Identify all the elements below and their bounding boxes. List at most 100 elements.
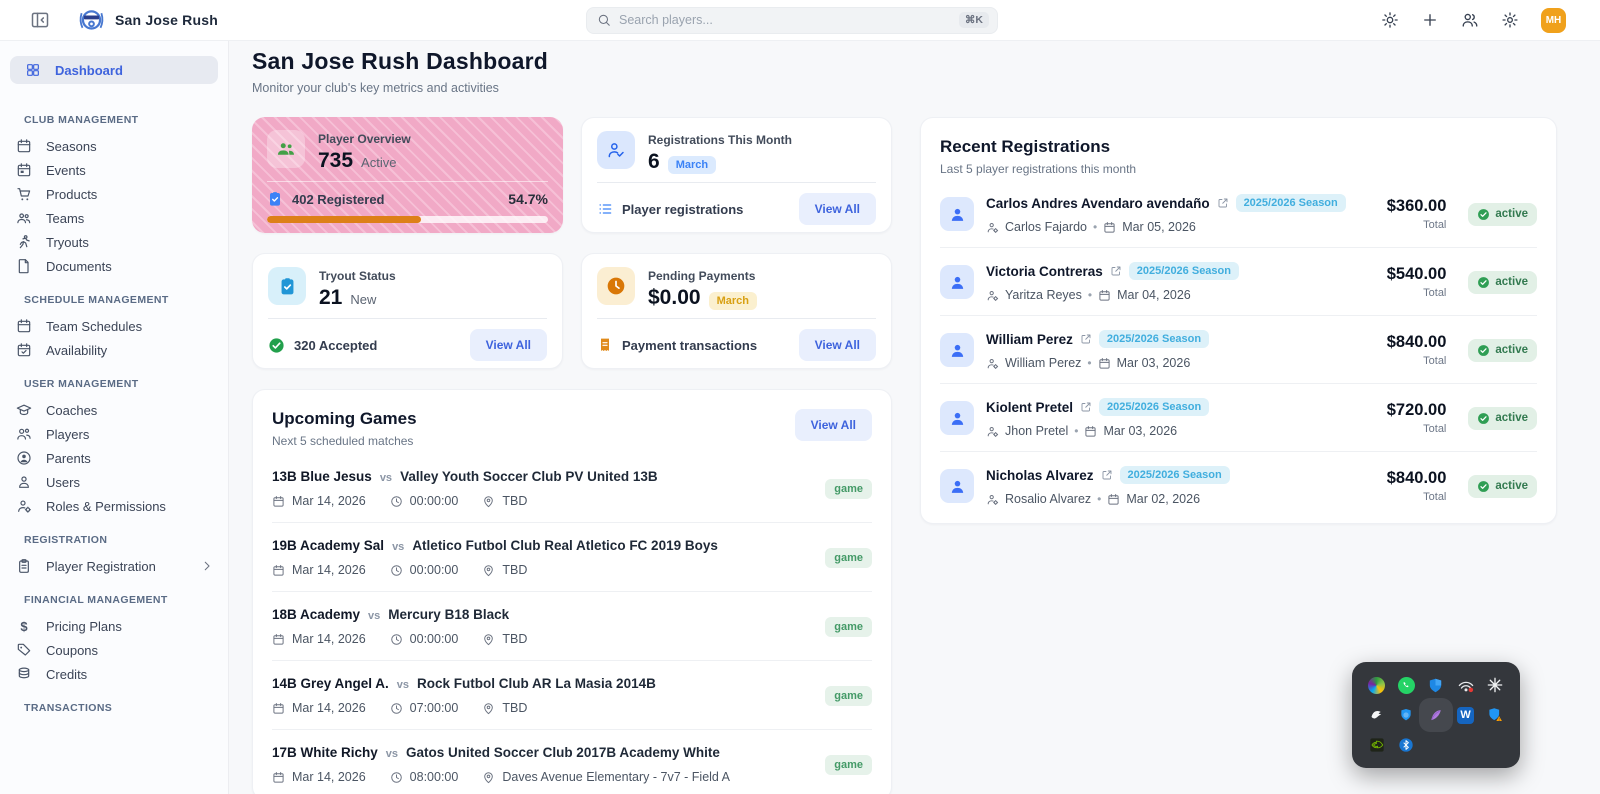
add-plus-icon[interactable] <box>1421 11 1439 29</box>
sidebar-item-label: Products <box>46 186 98 202</box>
game-type-badge: game <box>825 616 872 637</box>
sidebar-item-label: Tryouts <box>46 234 89 250</box>
sidebar-item-roles-permissions[interactable]: Roles & Permissions <box>0 494 228 518</box>
sidebar-item-teams[interactable]: Teams <box>0 206 228 230</box>
user-avatar[interactable]: MH <box>1541 7 1566 33</box>
person-check-icon <box>606 140 626 160</box>
home-team: 13B Blue Jesus <box>272 469 372 484</box>
external-link-icon[interactable] <box>1080 401 1092 413</box>
game-row[interactable]: 14B Grey Angel A. vs Rock Futbol Club AR L… <box>272 660 872 729</box>
sidebar-item-parents[interactable]: Parents <box>0 446 228 470</box>
footer-label: Payment transactions <box>622 337 758 353</box>
view-all-button[interactable]: View All <box>469 329 547 361</box>
registered-progress-bar <box>267 216 548 223</box>
windows-security-shield-icon[interactable] <box>1422 671 1450 699</box>
feather-app-icon[interactable] <box>1421 701 1450 729</box>
sidebar-item-coaches[interactable]: Coaches <box>0 398 228 422</box>
status-label: active <box>1495 480 1528 492</box>
registration-row[interactable]: Kiolent Pretel 2025/2026 Season Jhon Pre… <box>940 383 1537 451</box>
game-row[interactable]: 17B White Richy vs Gatos United Soccer Clu… <box>272 729 872 794</box>
game-date: Mar 14, 2026 <box>292 494 366 508</box>
whatsapp-icon[interactable] <box>1392 671 1420 699</box>
sidebar-item-credits[interactable]: Credits <box>0 662 228 686</box>
external-link-icon[interactable] <box>1217 197 1229 209</box>
upcoming-games-subtitle: Next 5 scheduled matches <box>272 434 414 448</box>
parent-name: Rosalio Alvarez <box>1005 492 1092 506</box>
sidebar-item-events[interactable]: Events <box>0 158 228 182</box>
clipboard-check-icon <box>267 191 283 207</box>
hand-app-icon[interactable] <box>1363 701 1391 729</box>
status-badge: active <box>1468 406 1537 430</box>
pending-payments-card: Pending Payments $0.00 March Payment tra… <box>581 253 892 369</box>
view-all-button[interactable]: View All <box>798 193 876 225</box>
vs-label: vs <box>368 610 381 622</box>
parent-icon <box>986 221 999 234</box>
game-row[interactable]: 19B Academy Sal vs Atletico Futbol Club Re… <box>272 522 872 591</box>
status-label: active <box>1495 208 1528 220</box>
sidebar-item-products[interactable]: Products <box>0 182 228 206</box>
vs-label: vs <box>385 748 399 760</box>
sidebar-collapse-icon[interactable] <box>30 10 50 30</box>
theme-toggle-sun-icon[interactable] <box>1381 11 1399 29</box>
season-badge: 2025/2026 Season <box>1119 466 1230 484</box>
sidebar-item-users[interactable]: Users <box>0 470 228 494</box>
total-label: Total <box>1423 287 1447 299</box>
nvidia-icon[interactable] <box>1363 731 1391 759</box>
home-team: 19B Academy Sal <box>272 538 385 553</box>
view-all-button[interactable]: View All <box>798 329 876 361</box>
registrations-month-card: Registrations This Month 6 March Player … <box>581 117 892 233</box>
page-title: San Jose Rush Dashboard <box>252 48 549 74</box>
home-team: 17B White Richy <box>272 745 378 760</box>
sidebar-item-players[interactable]: Players <box>0 422 228 446</box>
external-link-icon[interactable] <box>1101 469 1113 481</box>
registration-row[interactable]: Carlos Andres Avendaro avendaño 2025/202… <box>940 180 1537 247</box>
sidebar-item-team-schedules[interactable]: Team Schedules <box>0 314 228 338</box>
sidebar-item-documents[interactable]: Documents <box>0 254 228 278</box>
game-row[interactable]: 13B Blue Jesus vs Valley Youth Soccer Club… <box>272 454 872 522</box>
shield-warning-icon[interactable] <box>1481 701 1509 729</box>
registration-row[interactable]: Victoria Contreras 2025/2026 Season Yari… <box>940 247 1537 315</box>
registration-row[interactable]: Nicholas Alvarez 2025/2026 Season Rosali… <box>940 451 1537 519</box>
person-gear-icon <box>16 498 32 514</box>
search-input[interactable] <box>619 13 951 27</box>
player-name: Nicholas Alvarez <box>986 467 1094 483</box>
document-icon <box>16 258 32 274</box>
stat-title: Tryout Status <box>319 269 396 283</box>
sidebar-item-label: Seasons <box>46 138 97 154</box>
external-link-icon[interactable] <box>1110 265 1122 277</box>
sidebar-item-label: Players <box>46 426 90 442</box>
wondershare-w-icon[interactable]: W <box>1452 701 1480 729</box>
game-row[interactable]: 18B Academy vs Mercury B18 Black Mar 14, 2… <box>272 591 872 660</box>
external-link-icon[interactable] <box>1080 333 1092 345</box>
bluetooth-icon[interactable] <box>1392 731 1420 759</box>
search-bar[interactable]: ⌘K <box>586 6 998 34</box>
status-badge: active <box>1468 202 1537 226</box>
people-icon <box>16 426 32 442</box>
top-header: San Jose Rush ⌘K MH <box>0 0 1600 41</box>
blue-shield-icon[interactable] <box>1392 701 1420 729</box>
sidebar-item-label: Availability <box>46 342 108 358</box>
sidebar-item-coupons[interactable]: Coupons <box>0 638 228 662</box>
users-icon[interactable] <box>1461 11 1479 29</box>
game-type-badge: game <box>825 754 872 775</box>
list-icon <box>597 201 613 217</box>
sidebar-item-player-registration[interactable]: Player Registration <box>0 554 228 578</box>
status-badge: active <box>1468 474 1537 498</box>
brand-name: San Jose Rush <box>115 12 218 28</box>
view-all-button[interactable]: View All <box>794 409 872 441</box>
parent-icon <box>986 289 999 302</box>
sidebar-item-pricing-plans[interactable]: $ Pricing Plans <box>0 614 228 638</box>
registration-row[interactable]: William Perez 2025/2026 Season William P… <box>940 315 1537 383</box>
mobile-hotspot-icon[interactable] <box>1452 671 1480 699</box>
sidebar-item-seasons[interactable]: Seasons <box>0 134 228 158</box>
snowflake-icon[interactable] <box>1481 671 1509 699</box>
sidebar-item-dashboard[interactable]: Dashboard <box>10 56 218 84</box>
internet-download-manager-icon[interactable] <box>1363 671 1391 699</box>
registration-date: Mar 04, 2026 <box>1117 288 1191 302</box>
sidebar-item-availability[interactable]: Availability <box>0 338 228 362</box>
registered-percent: 54.7% <box>508 191 548 207</box>
sidebar-item-tryouts[interactable]: Tryouts <box>0 230 228 254</box>
game-type-badge: game <box>825 547 872 568</box>
clipboard-icon <box>16 558 32 574</box>
settings-gear-icon[interactable] <box>1501 11 1519 29</box>
